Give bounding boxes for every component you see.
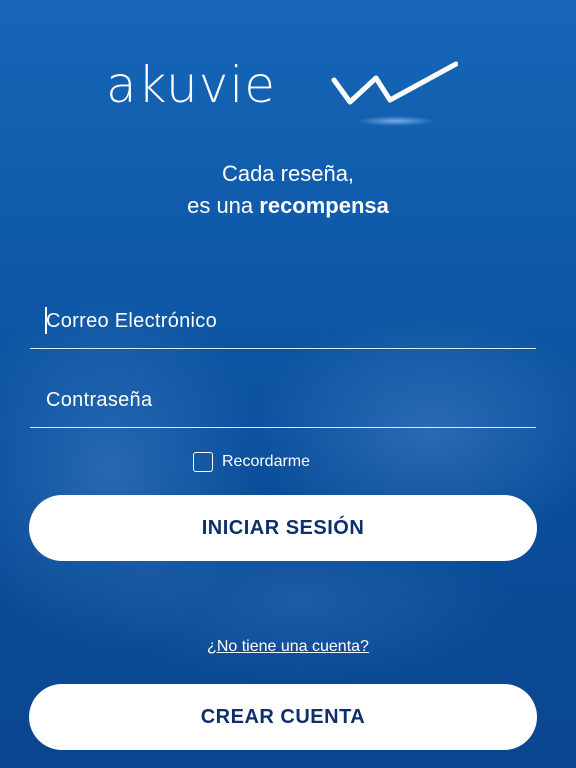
- tagline-line1: Cada reseña,: [221, 161, 355, 186]
- logo-glow: [356, 116, 436, 126]
- email-placeholder: Correo Electrónico: [46, 310, 218, 332]
- remember-label: Recordarme: [222, 453, 311, 470]
- tagline-highlight: recompensa: [259, 193, 389, 218]
- password-placeholder: Contraseña: [46, 389, 153, 411]
- tagline-line2: es una recompensa: [0, 190, 576, 222]
- password-field[interactable]: Contraseña: [30, 367, 536, 428]
- signup-link[interactable]: ¿No tiene una cuenta?: [0, 638, 576, 656]
- remember-checkbox[interactable]: [193, 452, 213, 472]
- tagline: Cada reseña, es una recompensa: [0, 158, 576, 222]
- remember-me[interactable]: Recordarme: [193, 452, 310, 472]
- checkmark-logo-icon: [331, 61, 458, 105]
- login-button[interactable]: INICIAR SESIÓN: [29, 495, 537, 561]
- email-field[interactable]: Correo Electrónico: [30, 288, 536, 349]
- akuview-logo: akuvie: [106, 52, 466, 132]
- logo-wordmark: akuvie: [106, 56, 276, 114]
- create-account-button[interactable]: CREAR CUENTA: [29, 684, 537, 750]
- tagline-line2-prefix: es una: [187, 193, 260, 218]
